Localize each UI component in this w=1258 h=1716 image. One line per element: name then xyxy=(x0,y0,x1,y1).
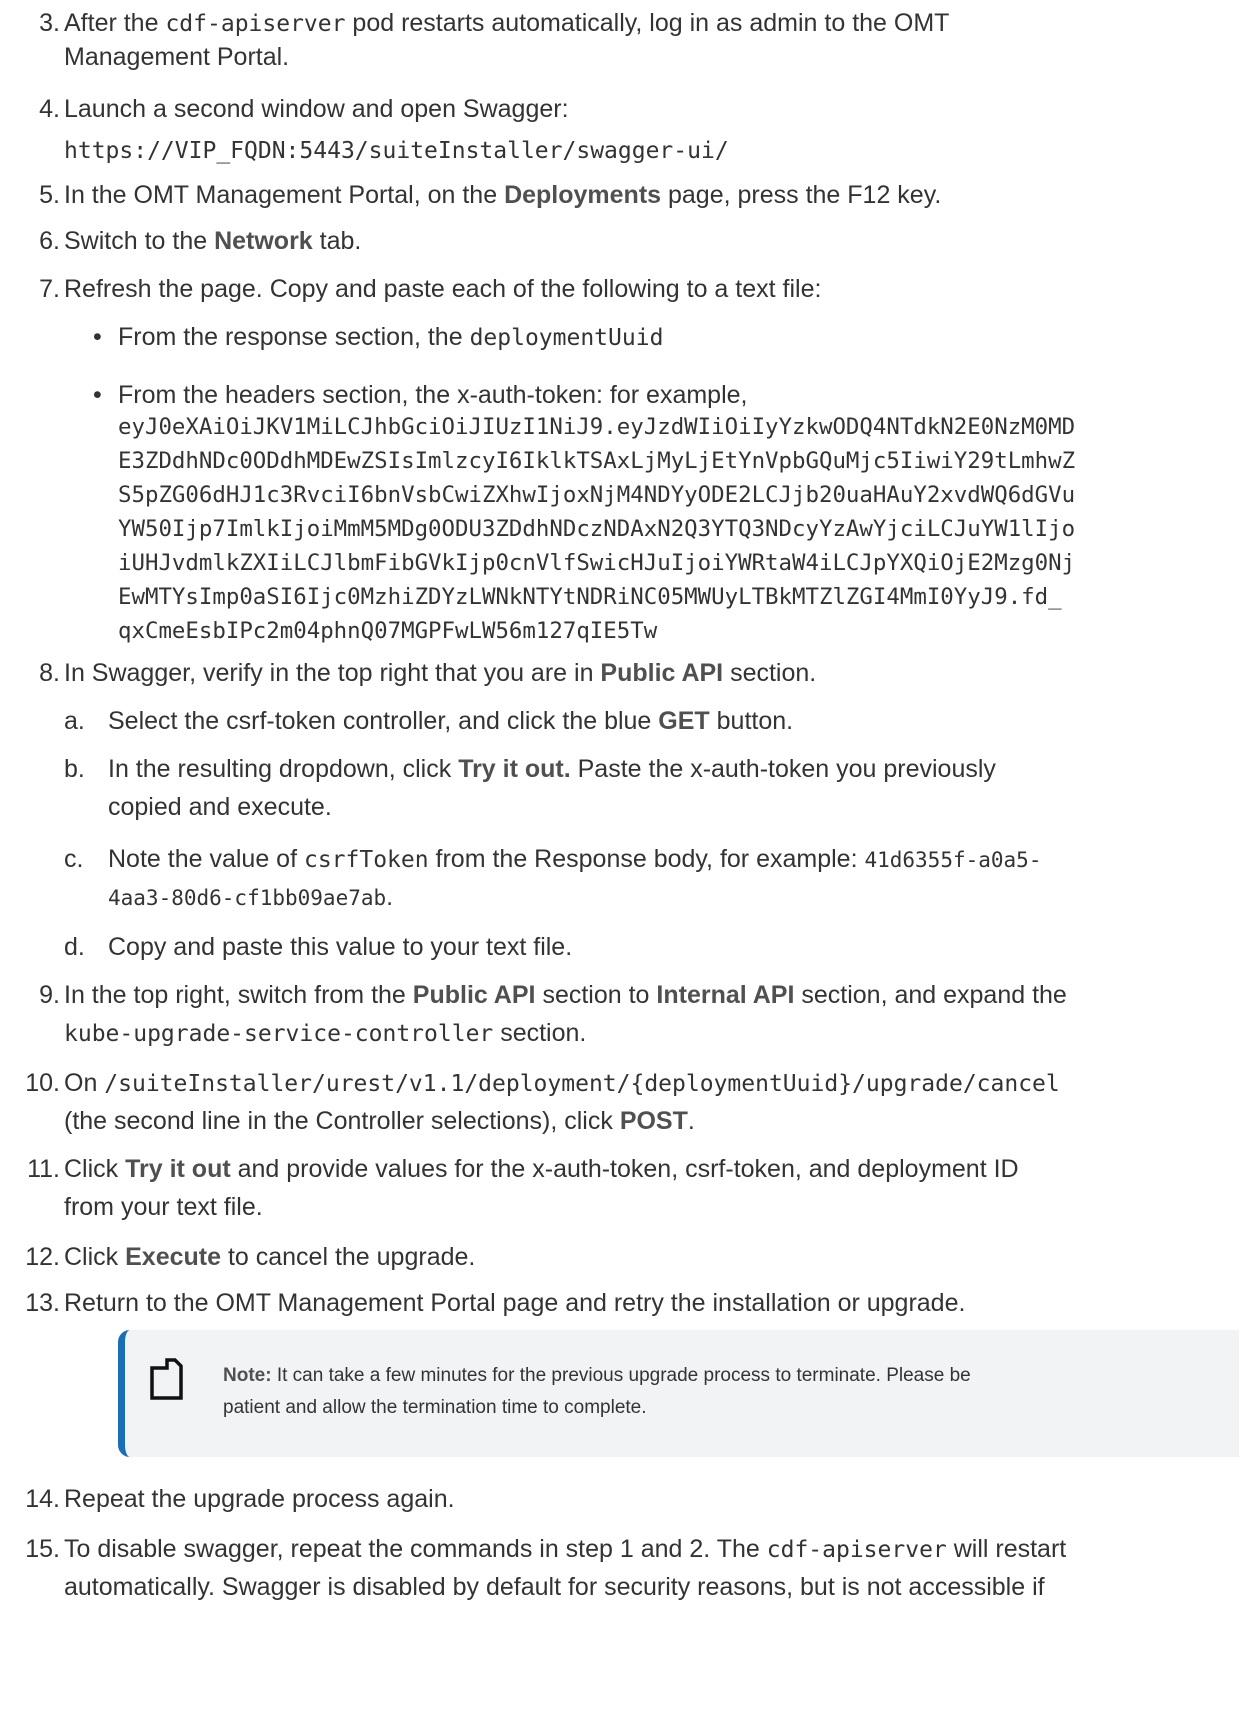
step-number: 12. xyxy=(25,1243,60,1271)
step-14-text: Repeat the upgrade process again. xyxy=(64,1485,455,1513)
substep-c-line2: 4aa3-80d6-cf1bb09ae7ab. xyxy=(108,883,394,911)
step-8-text: In Swagger, verify in the top right that… xyxy=(64,659,817,687)
inline-code: deploymentUuid xyxy=(469,325,664,351)
inline-code: cdf-apiserver xyxy=(165,11,346,37)
token-example: eyJ0eXAiOiJKV1MiLCJhbGciOiJIUzI1NiJ9.eyJ… xyxy=(118,414,1076,644)
inline-code: kube-upgrade-service-controller xyxy=(64,1021,494,1047)
substep-d: Copy and paste this value to your text f… xyxy=(108,933,573,961)
step-9-line2: kube-upgrade-service-controller section. xyxy=(64,1019,587,1047)
step-number: 14. xyxy=(25,1485,60,1513)
step-12-text: Click Execute to cancel the upgrade. xyxy=(64,1243,476,1271)
inline-code: 41d6355f-a0a5- xyxy=(864,848,1042,872)
step-15-line2: automatically. Swagger is disabled by de… xyxy=(64,1573,1045,1601)
substep-label: a. xyxy=(64,707,85,735)
step-number: 10. xyxy=(25,1069,60,1097)
step-11-text: Click Try it out and provide values for … xyxy=(64,1155,1019,1183)
step-number: 9. xyxy=(39,981,60,1009)
substep-b-line2: copied and execute. xyxy=(108,793,332,821)
step-3-line2: Management Portal. xyxy=(64,43,290,71)
bullet-response: From the response section, the deploymen… xyxy=(118,323,664,351)
step-number: 5. xyxy=(39,181,60,209)
step-4-text: Launch a second window and open Swagger: xyxy=(64,95,569,123)
step-10-text: On /suiteInstaller/urest/v1.1/deployment… xyxy=(64,1069,1060,1097)
note-callout: Note: It can take a few minutes for the … xyxy=(118,1330,1239,1457)
step-number: 7. xyxy=(39,275,60,303)
document-page: 3. After the cdf-apiserver pod restarts … xyxy=(0,0,1258,1716)
step-10-line2: (the second line in the Controller selec… xyxy=(64,1107,695,1135)
bullet-dot: • xyxy=(93,323,102,351)
swagger-url: https://VIP_FQDN:5443/suiteInstaller/swa… xyxy=(64,138,729,164)
note-icon xyxy=(150,1358,183,1400)
note-text: Note: It can take a few minutes for the … xyxy=(223,1365,971,1418)
inline-code: csrfToken xyxy=(303,847,429,873)
substep-label: b. xyxy=(64,755,85,783)
bullet-headers: From the headers section, the x-auth-tok… xyxy=(118,381,748,409)
bullet-dot: • xyxy=(93,381,102,409)
step-11-line2: from your text file. xyxy=(64,1193,263,1221)
substep-label: d. xyxy=(64,933,85,961)
step-13-text: Return to the OMT Management Portal page… xyxy=(64,1289,966,1317)
step-number: 11. xyxy=(27,1155,60,1183)
step-number: 13. xyxy=(25,1289,60,1317)
step-number: 15. xyxy=(25,1535,60,1563)
inline-code: /suiteInstaller/urest/v1.1/deployment/{d… xyxy=(104,1071,1060,1097)
note-label: Note: xyxy=(223,1365,272,1386)
substep-b: In the resulting dropdown, click Try it … xyxy=(108,755,996,783)
substep-c: Note the value of csrfToken from the Res… xyxy=(108,845,1042,873)
inline-code: cdf-apiserver xyxy=(766,1537,947,1563)
step-15-text: To disable swagger, repeat the commands … xyxy=(64,1535,1067,1563)
step-7-text: Refresh the page. Copy and paste each of… xyxy=(64,275,822,303)
step-number: 3. xyxy=(39,9,60,37)
step-number: 4. xyxy=(39,95,60,123)
substep-a: Select the csrf-token controller, and cl… xyxy=(108,707,794,735)
step-9-text: In the top right, switch from the Public… xyxy=(64,981,1067,1009)
step-number: 6. xyxy=(39,227,60,255)
step-number: 8. xyxy=(39,659,60,687)
substep-label: c. xyxy=(64,845,84,873)
step-6-text: Switch to the Network tab. xyxy=(64,227,362,255)
step-5-text: In the OMT Management Portal, on the Dep… xyxy=(64,181,942,209)
